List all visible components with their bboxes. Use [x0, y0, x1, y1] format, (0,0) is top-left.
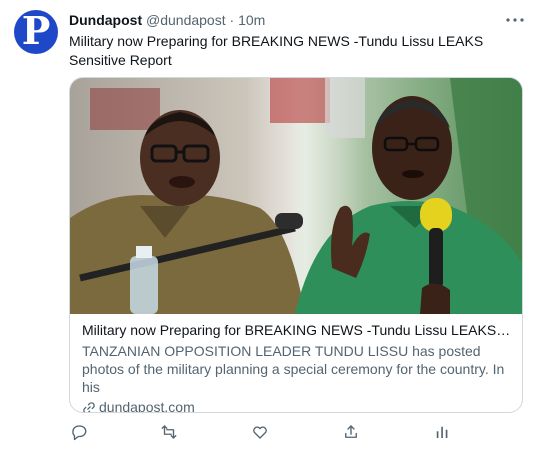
- share-button[interactable]: [341, 422, 361, 442]
- share-icon: [345, 425, 357, 438]
- reply-button[interactable]: [69, 422, 89, 442]
- analytics-button[interactable]: [432, 422, 452, 442]
- link-card[interactable]: Military now Preparing for BREAKING NEWS…: [69, 77, 523, 413]
- like-icon: [253, 426, 267, 439]
- author-name[interactable]: Dundapost: [69, 12, 142, 28]
- retweet-icon: [161, 425, 177, 439]
- analytics-icon: [436, 426, 448, 438]
- tweet-actions: [69, 422, 459, 442]
- card-description: TANZANIAN OPPOSITION LEADER TUNDU LISSU …: [82, 343, 505, 395]
- tweet-header: Dundapost @dundapost · 10m: [69, 11, 265, 29]
- reply-icon: [72, 425, 87, 441]
- card-title: Military now Preparing for BREAKING NEWS…: [82, 322, 512, 338]
- header-separator: ·: [229, 12, 235, 28]
- tweet[interactable]: P Dundapost @dundapost · 10m Military no…: [0, 0, 535, 449]
- like-button[interactable]: [250, 422, 270, 442]
- retweet-button[interactable]: [159, 422, 179, 442]
- tweet-timestamp[interactable]: 10m: [238, 12, 265, 28]
- card-image: [70, 78, 522, 314]
- link-icon: [83, 401, 95, 412]
- avatar[interactable]: P: [14, 10, 58, 54]
- more-options-button[interactable]: [505, 10, 525, 30]
- card-domain: dundapost.com: [99, 399, 195, 413]
- more-icon: [506, 18, 524, 22]
- card-body: Military now Preparing for BREAKING NEWS…: [82, 321, 512, 413]
- card-domain-row: dundapost.com: [82, 398, 512, 413]
- avatar-logo: P: [21, 10, 51, 53]
- author-handle[interactable]: @dundapost: [146, 12, 226, 28]
- tweet-text: Military now Preparing for BREAKING NEWS…: [69, 33, 484, 68]
